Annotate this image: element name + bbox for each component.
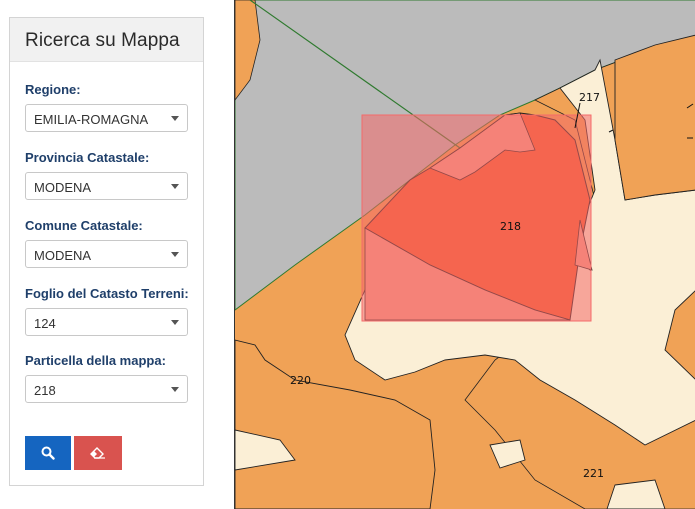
particella-select[interactable]: 218 <box>25 375 188 403</box>
cadastral-map[interactable]: 217 218 220 221 <box>234 0 695 509</box>
parcel-label-220: 220 <box>290 374 311 387</box>
provincia-select[interactable]: MODENA <box>25 172 188 200</box>
foglio-value: 124 <box>34 316 56 331</box>
foglio-label: Foglio del Catasto Terreni: <box>25 286 189 301</box>
clear-button[interactable] <box>74 436 122 470</box>
provincia-value: MODENA <box>34 180 92 195</box>
map-canvas[interactable] <box>235 0 695 509</box>
regione-select[interactable]: EMILIA-ROMAGNA <box>25 104 188 132</box>
parcel-label-221: 221 <box>583 467 604 480</box>
search-icon <box>41 446 55 460</box>
search-panel: Ricerca su Mappa Regione: EMILIA-ROMAGNA… <box>9 17 204 486</box>
provincia-label: Provincia Catastale: <box>25 150 150 165</box>
parcel-label-218: 218 <box>500 220 521 233</box>
particella-value: 218 <box>34 383 56 398</box>
foglio-select[interactable]: 124 <box>25 308 188 336</box>
parcel-label-217: 217 <box>579 91 600 104</box>
regione-value: EMILIA-ROMAGNA <box>34 112 149 127</box>
regione-label: Regione: <box>25 82 81 97</box>
chevron-down-icon <box>171 387 179 392</box>
chevron-down-icon <box>171 184 179 189</box>
chevron-down-icon <box>171 116 179 121</box>
selection-highlight <box>361 114 592 322</box>
search-button[interactable] <box>25 436 71 470</box>
chevron-down-icon <box>171 252 179 257</box>
panel-header: Ricerca su Mappa <box>10 18 203 62</box>
chevron-down-icon <box>171 320 179 325</box>
comune-label: Comune Catastale: <box>25 218 143 233</box>
eraser-icon <box>90 447 105 459</box>
particella-label: Particella della mappa: <box>25 353 166 368</box>
comune-select[interactable]: MODENA <box>25 240 188 268</box>
comune-value: MODENA <box>34 248 92 263</box>
panel-title: Ricerca su Mappa <box>25 30 180 51</box>
